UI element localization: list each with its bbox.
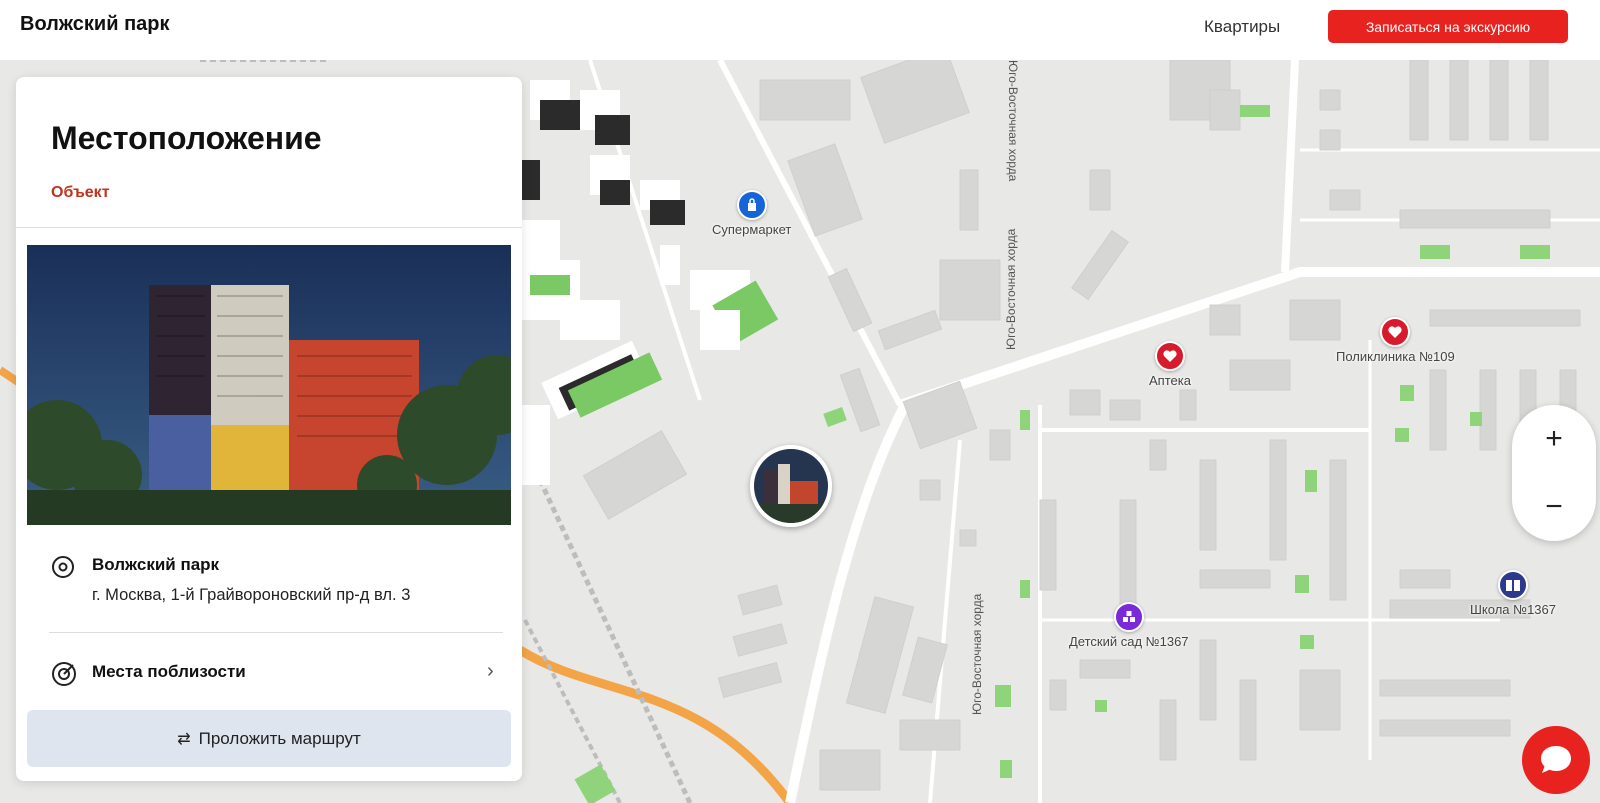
nav-apartments-link[interactable]: Квартиры xyxy=(1204,17,1280,37)
build-route-label: Проложить маршрут xyxy=(198,728,361,748)
nearby-places-label: Места поблизости xyxy=(92,662,246,681)
blocks-icon xyxy=(1113,602,1144,632)
location-card: Местоположение Объект Волжский парк г. М… xyxy=(16,77,522,781)
poi-label: Аптека xyxy=(1149,373,1191,388)
heart-plus-icon xyxy=(1380,317,1411,347)
divider xyxy=(49,632,503,633)
shopping-bag-icon xyxy=(736,190,767,220)
zoom-control: + − xyxy=(1512,405,1596,541)
route-icon: ⇄ xyxy=(177,730,191,748)
road-label: Юго-Восточная хорда xyxy=(1006,60,1020,182)
project-photo xyxy=(27,245,511,525)
card-title: Местоположение xyxy=(51,120,322,156)
road-label: Юго-Восточная хорда xyxy=(1004,228,1018,350)
poi-school[interactable]: Школа №1367 xyxy=(1470,570,1556,617)
poi-label: Детский сад №1367 xyxy=(1069,634,1189,649)
poi-label: Супермаркет xyxy=(712,222,792,237)
brand-title[interactable]: Волжский парк xyxy=(20,13,170,36)
address-line: г. Москва, 1-й Грайвороновский пр-д вл. … xyxy=(92,586,411,604)
poi-polyclinic[interactable]: Поликлиника №109 xyxy=(1336,317,1455,364)
heart-plus-icon xyxy=(1154,341,1185,371)
nearby-places-row[interactable]: Места поблизости › xyxy=(27,644,511,702)
tab-object[interactable]: Объект xyxy=(51,184,110,202)
build-route-button[interactable]: ⇄ Проложить маршрут xyxy=(27,710,511,767)
road-label: Юго-Восточная хорда xyxy=(970,593,984,715)
chat-bubble-icon xyxy=(1541,746,1571,773)
chevron-right-icon: › xyxy=(487,660,494,682)
zoom-out-button[interactable]: − xyxy=(1512,473,1596,541)
address-title: Волжский парк xyxy=(92,555,220,574)
top-header: Волжский парк Квартиры Записаться на экс… xyxy=(0,0,1600,60)
target-icon xyxy=(52,662,76,686)
book-tour-button[interactable]: Записаться на экскурсию xyxy=(1328,10,1568,43)
poi-supermarket[interactable]: Супермаркет xyxy=(712,190,791,237)
poi-pharmacy[interactable]: Аптека xyxy=(1149,341,1191,388)
zoom-in-button[interactable]: + xyxy=(1512,405,1596,473)
chat-button[interactable] xyxy=(1522,726,1590,794)
divider xyxy=(16,227,522,228)
location-pin-icon xyxy=(52,556,74,578)
poi-label: Школа №1367 xyxy=(1470,602,1556,617)
poi-kindergarten[interactable]: Детский сад №1367 xyxy=(1069,602,1189,649)
poi-label: Поликлиника №109 xyxy=(1336,349,1455,364)
object-marker[interactable] xyxy=(750,445,832,527)
book-icon xyxy=(1498,570,1528,600)
